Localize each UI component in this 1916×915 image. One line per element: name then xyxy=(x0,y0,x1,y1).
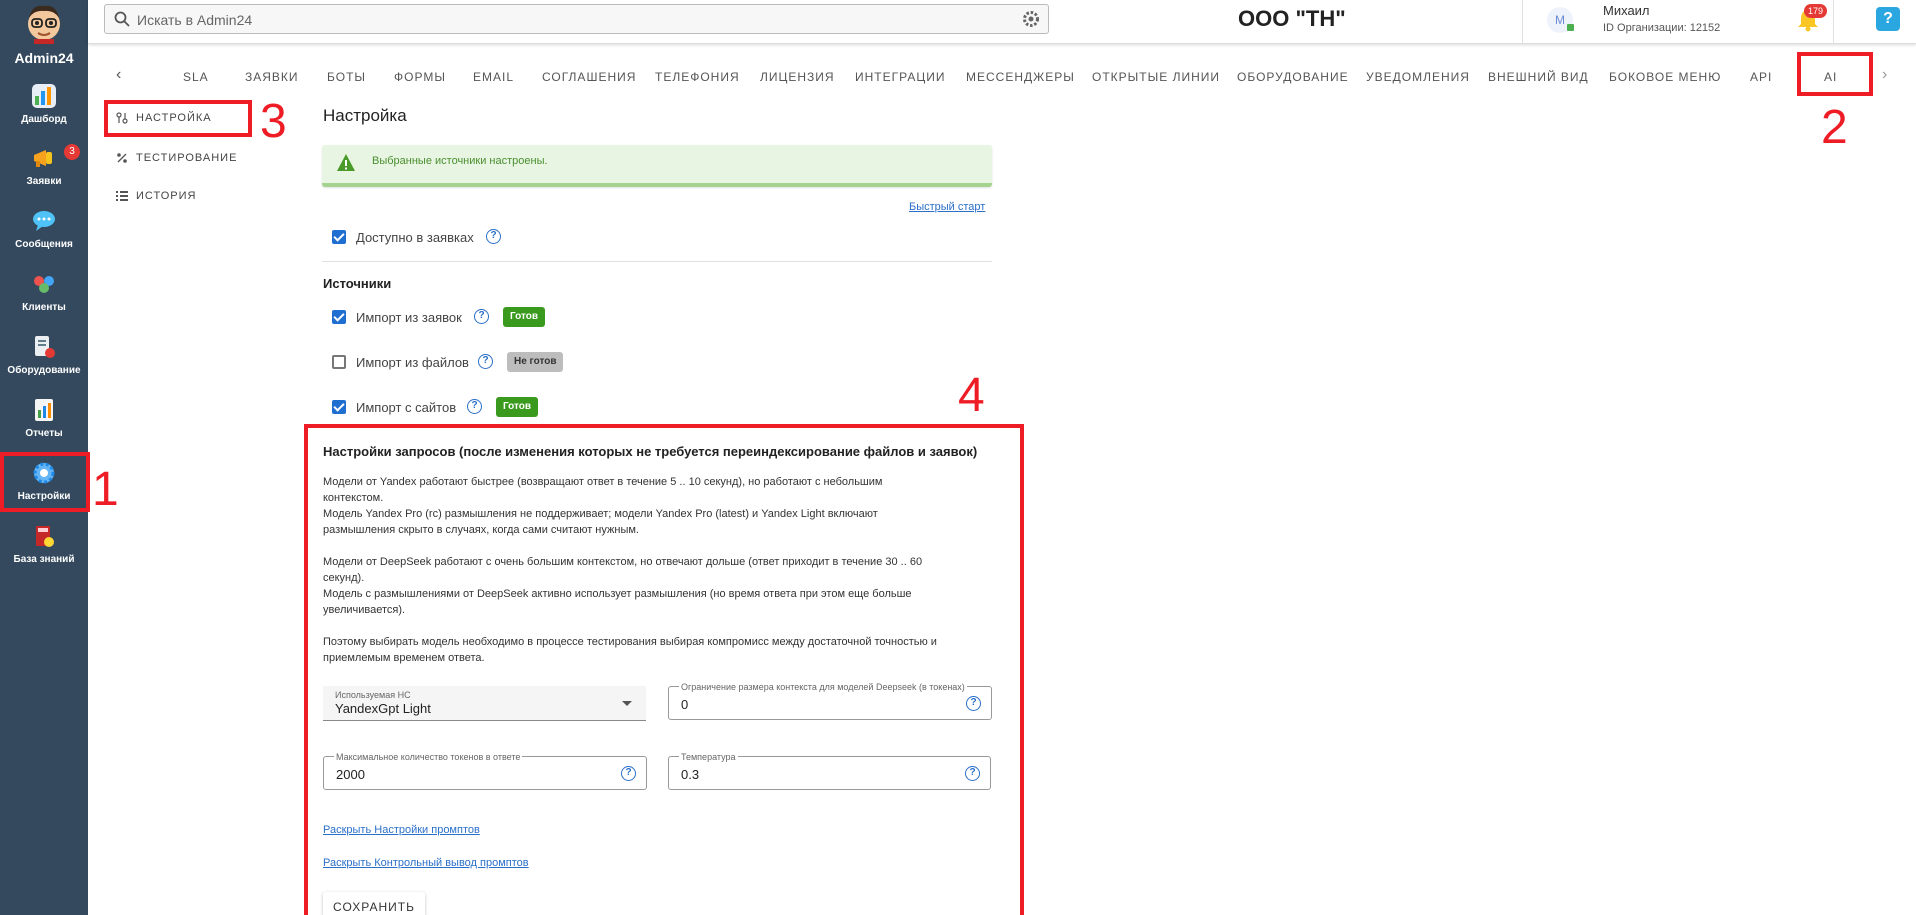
available-in-requests-label: Доступно в заявках xyxy=(356,230,474,245)
user-name: Михаил xyxy=(1603,3,1650,18)
tab-equipment[interactable]: Оборудование xyxy=(1237,70,1349,84)
search-settings-gear-icon[interactable] xyxy=(1022,10,1040,28)
sidebar-item-label: Клиенты xyxy=(22,302,66,313)
tab-email[interactable]: Email xyxy=(473,70,514,84)
sidebar-item-knowledge-base[interactable]: База знаний xyxy=(0,520,88,580)
status-badge: Готов xyxy=(496,397,539,417)
tab-side-menu[interactable]: Боковое меню xyxy=(1609,70,1721,84)
help-question-icon[interactable]: ? xyxy=(486,229,501,244)
annotation-box-settings-submenu xyxy=(104,100,252,137)
tab-sla[interactable]: SLA xyxy=(183,70,209,84)
tab-agreements[interactable]: Соглашения xyxy=(542,70,636,84)
search-input[interactable]: Искать в Admin24 xyxy=(104,4,1049,34)
tab-forms[interactable]: Формы xyxy=(394,70,446,84)
divider xyxy=(322,261,992,262)
annotation-number: 3 xyxy=(260,95,287,148)
help-question-icon[interactable]: ? xyxy=(467,399,482,414)
user-org-id: ID Организации: 12152 xyxy=(1603,22,1721,34)
alert-text: Выбранные источники настроены. xyxy=(372,155,548,167)
chat-icon xyxy=(33,211,55,231)
sidebar-item-label: Отчеты xyxy=(25,428,63,439)
page-title: Настройка xyxy=(323,106,407,125)
percent-icon xyxy=(117,153,127,163)
annotation-number: 4 xyxy=(958,369,985,422)
tab-bots[interactable]: Боты xyxy=(327,70,366,84)
warning-triangle-icon xyxy=(337,154,355,171)
dashboard-icon xyxy=(32,84,56,108)
tab-api[interactable]: API xyxy=(1750,70,1772,84)
help-question-icon[interactable]: ? xyxy=(478,354,493,369)
megaphone-icon xyxy=(34,150,52,167)
help-question-icon[interactable]: ? xyxy=(474,309,489,324)
equipment-icon xyxy=(35,336,55,358)
admin-avatar-logo-icon xyxy=(28,5,60,44)
submenu-item-label: Тестирование xyxy=(136,152,238,164)
top-bar: Искать в Admin24 ООО "ТН" M Михаил ID Ор… xyxy=(88,0,1916,44)
source-sites-checkbox[interactable] xyxy=(332,400,346,414)
requests-count-badge: 3 xyxy=(64,144,80,160)
tab-open-lines[interactable]: Открытые линии xyxy=(1092,70,1220,84)
source-requests-checkbox[interactable] xyxy=(332,310,346,324)
tabs-next-chevron-icon[interactable]: › xyxy=(1882,66,1896,86)
tab-appearance[interactable]: Внешний вид xyxy=(1488,70,1589,84)
sources-title: Источники xyxy=(323,276,392,291)
sidebar-item-label: Оборудование xyxy=(7,365,81,376)
submenu-item-label: История xyxy=(136,190,197,202)
source-label: Импорт с сайтов xyxy=(356,400,457,415)
sidebar-item-label: Заявки xyxy=(26,176,62,187)
brand-name: Admin24 xyxy=(14,50,74,66)
sidebar-item-messages[interactable]: Сообщения xyxy=(0,205,88,265)
reports-icon xyxy=(35,399,53,421)
tab-messengers[interactable]: Мессенджеры xyxy=(966,70,1075,84)
annotation-number: 1 xyxy=(92,463,119,516)
clients-icon xyxy=(34,276,54,293)
tab-integrations[interactable]: Интеграции xyxy=(855,70,945,84)
annotation-box-request-settings xyxy=(304,424,1024,915)
online-status-icon xyxy=(1567,24,1574,31)
source-label: Импорт из файлов xyxy=(356,355,469,370)
quickstart-link[interactable]: Быстрый старт xyxy=(909,201,985,213)
tab-license[interactable]: Лицензия xyxy=(760,70,835,84)
annotation-box-ai-tab xyxy=(1797,52,1873,96)
notifications-badge: 179 xyxy=(1804,4,1828,18)
app-root: Admin24 Дашборд 3 Заявки Сообщения Клиен… xyxy=(0,0,1916,915)
available-in-requests-checkbox[interactable] xyxy=(332,230,346,244)
annotation-number: 2 xyxy=(1821,101,1848,154)
search-placeholder: Искать в Admin24 xyxy=(137,12,253,28)
status-badge: Не готов xyxy=(507,352,564,372)
search-icon xyxy=(114,11,130,27)
source-label: Импорт из заявок xyxy=(356,310,462,325)
tab-requests[interactable]: Заявки xyxy=(245,70,299,84)
organization-name: ООО "ТН" xyxy=(1238,6,1346,31)
sidebar-item-clients[interactable]: Клиенты xyxy=(0,268,88,328)
sidebar-item-requests[interactable]: 3 Заявки xyxy=(0,142,88,202)
sidebar-item-reports[interactable]: Отчеты xyxy=(0,394,88,454)
tab-notifications[interactable]: Уведомления xyxy=(1366,70,1470,84)
sidebar-item-equipment[interactable]: Оборудование xyxy=(0,331,88,391)
sidebar-item-dashboard[interactable]: Дашборд xyxy=(0,80,88,140)
knowledge-base-icon xyxy=(36,526,54,547)
status-badge: Готов xyxy=(503,307,546,327)
tab-telephony[interactable]: Телефония xyxy=(655,70,740,84)
help-icon[interactable]: ? xyxy=(1876,7,1900,31)
source-files-checkbox[interactable] xyxy=(332,355,346,369)
list-icon xyxy=(116,191,128,201)
tabs-prev-chevron-icon[interactable]: ‹ xyxy=(116,66,130,86)
sidebar-item-label: Сообщения xyxy=(15,239,73,250)
sidebar-item-label: База знаний xyxy=(13,554,75,565)
brand[interactable]: Admin24 xyxy=(0,0,88,70)
sidebar-item-label: Дашборд xyxy=(21,114,67,125)
user-profile[interactable]: M Михаил ID Организации: 12152 xyxy=(1522,0,1834,44)
success-alert: Выбранные источники настроены. xyxy=(322,145,992,187)
annotation-box-settings xyxy=(0,452,90,512)
